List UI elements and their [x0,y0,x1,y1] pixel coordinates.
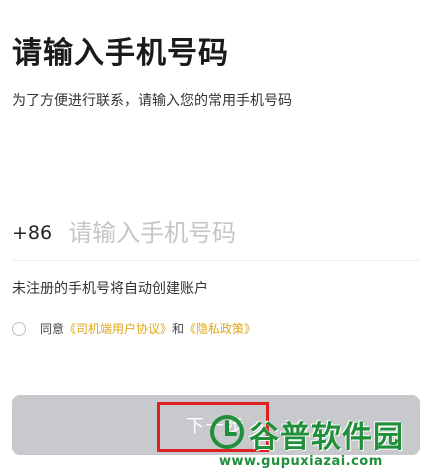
agreement-radio[interactable] [12,321,26,336]
watermark-url: www.gupuxiazai.com [219,454,383,469]
auto-register-hint: 未注册的手机号将自动创建账户 [12,281,208,297]
phone-input-row: +86 [12,206,420,261]
login-screen: 请输入手机号码 为了方便进行联系，请输入您的常用手机号码 +86 未注册的手机号… [0,0,437,476]
page-title: 请输入手机号码 [12,36,229,71]
agreement-and: 和 [172,322,185,336]
user-agreement-link[interactable]: 《司机端用户协议》 [64,320,172,337]
page-subtitle: 为了方便进行联系，请输入您的常用手机号码 [12,93,292,109]
privacy-policy-link[interactable]: 《隐私政策》 [184,320,256,337]
next-step-button[interactable]: 下一步 [12,395,420,455]
phone-number-input[interactable] [68,213,420,253]
country-code-selector[interactable]: +86 [12,222,52,244]
agreement-row: 同意 《司机端用户协议》 和 《隐私政策》 [12,320,256,337]
agreement-prefix: 同意 [40,322,65,336]
